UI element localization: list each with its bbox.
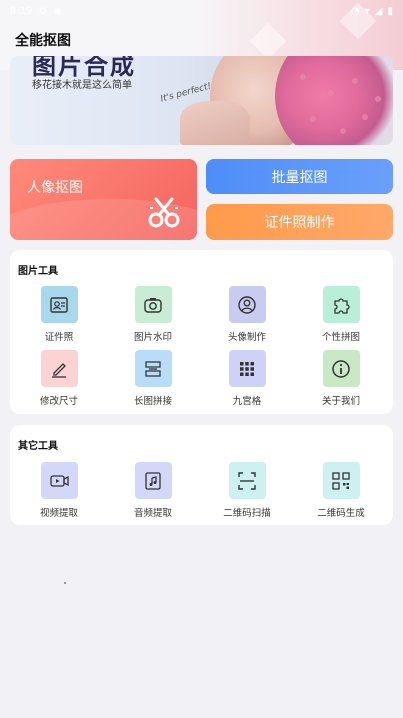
gear-icon: ⚙ — [38, 5, 48, 17]
battery-icon: ▮ — [387, 5, 393, 17]
tool-label: 修改尺寸 — [39, 396, 78, 407]
tool-about-us[interactable]: 关于我们 — [294, 350, 388, 407]
tool-label: 关于我们 — [321, 396, 360, 407]
batch-cutout-button[interactable]: 批量抠图 — [206, 159, 393, 194]
signal-icon: ◢ — [374, 5, 383, 17]
tool-avatar[interactable]: 头像制作 — [200, 286, 294, 343]
decor-diamond — [249, 22, 287, 60]
alarm-icon: ◔ — [351, 5, 360, 17]
tool-label: 九宫格 — [232, 396, 262, 407]
scissors-icon — [148, 197, 180, 228]
page-title: 全能抠图 — [15, 33, 71, 49]
banner-subtitle: 移花接木就是这么简单 — [32, 80, 132, 91]
qr-code-icon — [322, 462, 360, 499]
grid-icon — [228, 350, 266, 387]
avatar-icon — [228, 286, 266, 323]
other-tools-title: 其它工具 — [18, 441, 58, 452]
status-time: 8:19 — [10, 5, 33, 17]
id-photo-maker-label: 证件照制作 — [264, 215, 335, 231]
id-card-icon — [40, 286, 78, 323]
pencil-icon — [40, 350, 78, 387]
tool-long-stitch[interactable]: 长图拼接 — [106, 350, 200, 407]
tool-label: 证件照 — [44, 332, 74, 343]
tool-nine-grid[interactable]: 九宫格 — [200, 350, 294, 407]
tool-label: 个性拼图 — [321, 332, 360, 343]
qr-scan-icon — [228, 462, 266, 499]
image-tools-panel: 图片工具 证件照 图片水印 头像制作 个性拼图 修改尺寸 长图拼接 九宫格 关于… — [10, 250, 393, 414]
wifi-icon: ▾ — [364, 5, 370, 17]
tool-label: 图片水印 — [133, 332, 172, 343]
tool-label: 头像制作 — [227, 332, 266, 343]
video-icon — [40, 462, 78, 499]
tool-qr-scan[interactable]: 二维码扫描 — [200, 462, 294, 519]
tool-label: 二维码生成 — [317, 508, 365, 519]
portrait-cutout-button[interactable]: 人像抠图 — [10, 159, 197, 240]
banner[interactable]: 图片合成 移花接木就是这么简单 It's perfect! — [10, 56, 393, 145]
tool-qr-generate[interactable]: 二维码生成 — [294, 462, 388, 519]
tool-id-photo[interactable]: 证件照 — [12, 286, 106, 343]
portrait-cutout-label: 人像抠图 — [27, 180, 83, 196]
id-photo-maker-button[interactable]: 证件照制作 — [206, 204, 393, 240]
puzzle-icon — [322, 286, 360, 323]
music-file-icon — [134, 462, 172, 499]
batch-cutout-label: 批量抠图 — [271, 169, 328, 186]
info-icon — [322, 350, 360, 387]
tool-video-extract[interactable]: 视频提取 — [12, 462, 106, 519]
tool-label: 二维码扫描 — [223, 508, 271, 519]
tool-label: 音频提取 — [133, 508, 172, 519]
banner-hand-image — [180, 101, 250, 145]
camera-icon — [134, 286, 172, 323]
status-bar: 8:19 ⚙ ◉ ◔ ▾ ◢ ▮ — [0, 0, 403, 22]
tool-label: 视频提取 — [39, 508, 78, 519]
shield-icon: ◉ — [53, 5, 63, 17]
tool-resize[interactable]: 修改尺寸 — [12, 350, 106, 407]
stitch-icon — [134, 350, 172, 387]
tool-watermark[interactable]: 图片水印 — [106, 286, 200, 343]
image-tools-title: 图片工具 — [18, 266, 58, 277]
tool-label: 长图拼接 — [133, 396, 172, 407]
other-tools-panel: 其它工具 视频提取 音频提取 二维码扫描 二维码生成 — [10, 425, 393, 525]
tool-audio-extract[interactable]: 音频提取 — [106, 462, 200, 519]
home-indicator-dot — [64, 582, 66, 584]
tool-puzzle[interactable]: 个性拼图 — [294, 286, 388, 343]
